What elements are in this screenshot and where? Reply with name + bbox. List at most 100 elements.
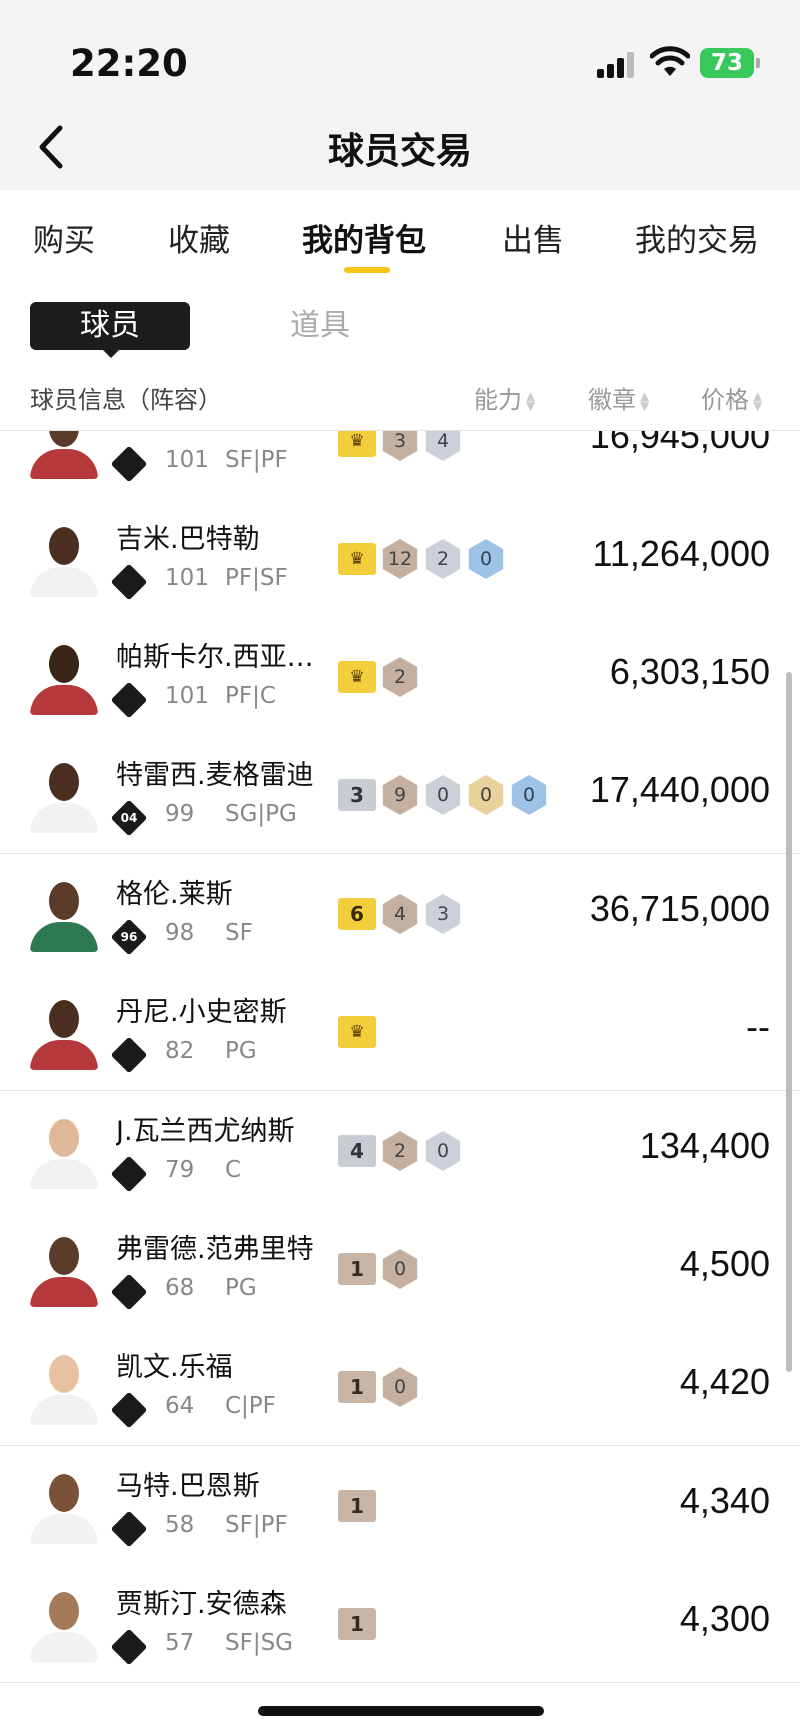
player-row[interactable]: 弗雷德.范弗里特 68 PG 1 0 4,500	[0, 1209, 800, 1328]
player-list[interactable]: 101 SF|PF ♛ 3 4 16,945,000 吉米.巴特勒 101 PF|SF ♛ 12 2 0…	[0, 431, 800, 1731]
player-position: SF|PF	[225, 447, 288, 473]
skill-badge: 12	[382, 539, 418, 579]
player-name: 凯文.乐福	[116, 1352, 233, 1383]
rank-badge-icon	[110, 1036, 148, 1074]
crown-level-icon: ♛	[338, 543, 376, 575]
tab-my-trades[interactable]: 我的交易	[635, 215, 759, 260]
player-avatar	[30, 992, 98, 1070]
player-row[interactable]: 特雷西.麦格雷迪 04 99 SG|PG 3 9 0 0 0 17,440,000	[0, 735, 800, 854]
rank-badge-text	[116, 1634, 142, 1660]
player-rating: 99	[165, 801, 195, 827]
rank-badge-icon	[110, 563, 148, 601]
player-rating: 82	[165, 1038, 195, 1064]
tab-bar: 购买 收藏 我的背包 出售 我的交易	[0, 190, 800, 280]
player-avatar	[30, 874, 98, 952]
player-avatar	[30, 1111, 98, 1189]
battery-icon: 73	[700, 48, 760, 78]
player-price: 36,715,000	[589, 888, 770, 929]
player-name: 丹尼.小史密斯	[116, 997, 287, 1028]
segment-items[interactable]: 道具	[260, 302, 380, 350]
player-avatar	[30, 431, 98, 479]
sort-price[interactable]: 价格 ▲ ▼	[701, 380, 762, 415]
sort-ability[interactable]: 能力 ▲ ▼	[474, 380, 535, 415]
player-position: PF|SF	[225, 565, 288, 591]
tab-sell[interactable]: 出售	[502, 215, 564, 260]
player-row[interactable]: J.瓦兰西尤纳斯 79 C 4 2 0 134,400	[0, 1091, 800, 1210]
player-row[interactable]: 吉米.巴特勒 101 PF|SF ♛ 12 2 0 11,264,000	[0, 499, 800, 618]
player-row[interactable]: 马特.巴恩斯 58 SF|PF 1 4,340	[0, 1446, 800, 1565]
player-position: SF|PF	[225, 1512, 288, 1538]
player-rating: 101	[165, 565, 209, 591]
skill-badge: 0	[425, 1131, 461, 1171]
level-badge: 3	[338, 779, 376, 811]
player-row[interactable]: 丹尼.小史密斯 82 PG ♛ --	[0, 972, 800, 1091]
player-price: 4,500	[679, 1243, 770, 1284]
rank-badge-icon	[110, 445, 148, 483]
tab-my-bag[interactable]: 我的背包	[302, 215, 426, 260]
sort-arrows-icon: ▲ ▼	[753, 389, 763, 413]
player-rating: 98	[165, 920, 195, 946]
level-badge: 1	[338, 1253, 376, 1285]
rank-badge-text	[116, 1397, 142, 1423]
player-row[interactable]: 格伦.莱斯 96 98 SF 6 4 3 36,715,000	[0, 854, 800, 973]
player-avatar	[30, 755, 98, 833]
rank-badge-icon	[110, 1273, 148, 1311]
player-position: PG	[225, 1275, 257, 1301]
player-avatar	[30, 519, 98, 597]
rank-badge-text	[116, 1042, 142, 1068]
player-position: C	[225, 1157, 242, 1183]
player-name: 吉米.巴特勒	[116, 524, 260, 555]
sort-badge[interactable]: 徽章 ▲ ▼	[588, 380, 649, 415]
player-name: 贾斯汀.安德森	[116, 1589, 287, 1620]
column-player-info: 球员信息（阵容）	[30, 386, 222, 414]
skill-badge: 0	[511, 775, 547, 815]
player-name: 马特.巴恩斯	[116, 1471, 260, 1502]
player-price: 4,300	[679, 1598, 770, 1639]
player-position: C|PF	[225, 1393, 276, 1419]
player-position: SF	[225, 920, 253, 946]
player-row[interactable]: 贾斯汀.安德森 57 SF|SG 1 4,300	[0, 1564, 800, 1683]
player-name: 格伦.莱斯	[116, 879, 233, 910]
rank-badge-icon	[110, 1628, 148, 1666]
skill-badge: 3	[425, 894, 461, 934]
player-price: 11,264,000	[592, 533, 770, 574]
rank-badge-text	[116, 1516, 142, 1542]
player-position: PF|C	[225, 683, 276, 709]
tab-buy[interactable]: 购买	[33, 215, 95, 260]
wifi-icon	[650, 46, 690, 76]
skill-badge: 4	[382, 894, 418, 934]
player-row[interactable]: 帕斯卡尔.西亚… 101 PF|C ♛ 2 6,303,150	[0, 617, 800, 736]
skill-badge: 9	[382, 775, 418, 815]
player-price: 4,420	[679, 1361, 770, 1402]
status-time: 22:20	[70, 42, 188, 85]
active-tab-indicator	[344, 267, 390, 273]
scrollbar[interactable]	[786, 672, 792, 1372]
skill-badge: 2	[382, 1131, 418, 1171]
column-header: 球员信息（阵容） 能力 ▲ ▼ 徽章 ▲ ▼ 价格 ▲ ▼	[0, 370, 800, 431]
player-price: 4,340	[679, 1480, 770, 1521]
player-price: 17,440,000	[589, 769, 770, 810]
player-rating: 68	[165, 1275, 195, 1301]
player-rating: 57	[165, 1630, 195, 1656]
page-title: 球员交易	[327, 131, 472, 172]
rank-badge-text	[116, 451, 142, 477]
rank-badge-icon	[110, 1510, 148, 1548]
rank-badge-text: 96	[120, 930, 138, 944]
player-rating: 79	[165, 1157, 195, 1183]
home-indicator	[258, 1706, 544, 1716]
player-price: 134,400	[639, 1125, 770, 1166]
level-badge: 1	[338, 1608, 376, 1640]
player-row[interactable]: 凯文.乐福 64 C|PF 1 0 4,420	[0, 1327, 800, 1446]
player-price: 6,303,150	[609, 651, 770, 692]
player-position: PG	[225, 1038, 257, 1064]
level-badge: 1	[338, 1371, 376, 1403]
player-avatar	[30, 637, 98, 715]
rank-badge-text: 04	[120, 811, 138, 825]
segment-players[interactable]: 球员	[30, 302, 190, 358]
player-row[interactable]: 101 SF|PF ♛ 3 4 16,945,000	[0, 431, 800, 500]
player-position: SF|SG	[225, 1630, 294, 1656]
cellular-signal-icon	[597, 52, 637, 78]
tab-favorites[interactable]: 收藏	[168, 215, 230, 260]
player-price: 16,945,000	[589, 431, 770, 456]
rank-badge-icon	[110, 681, 148, 719]
